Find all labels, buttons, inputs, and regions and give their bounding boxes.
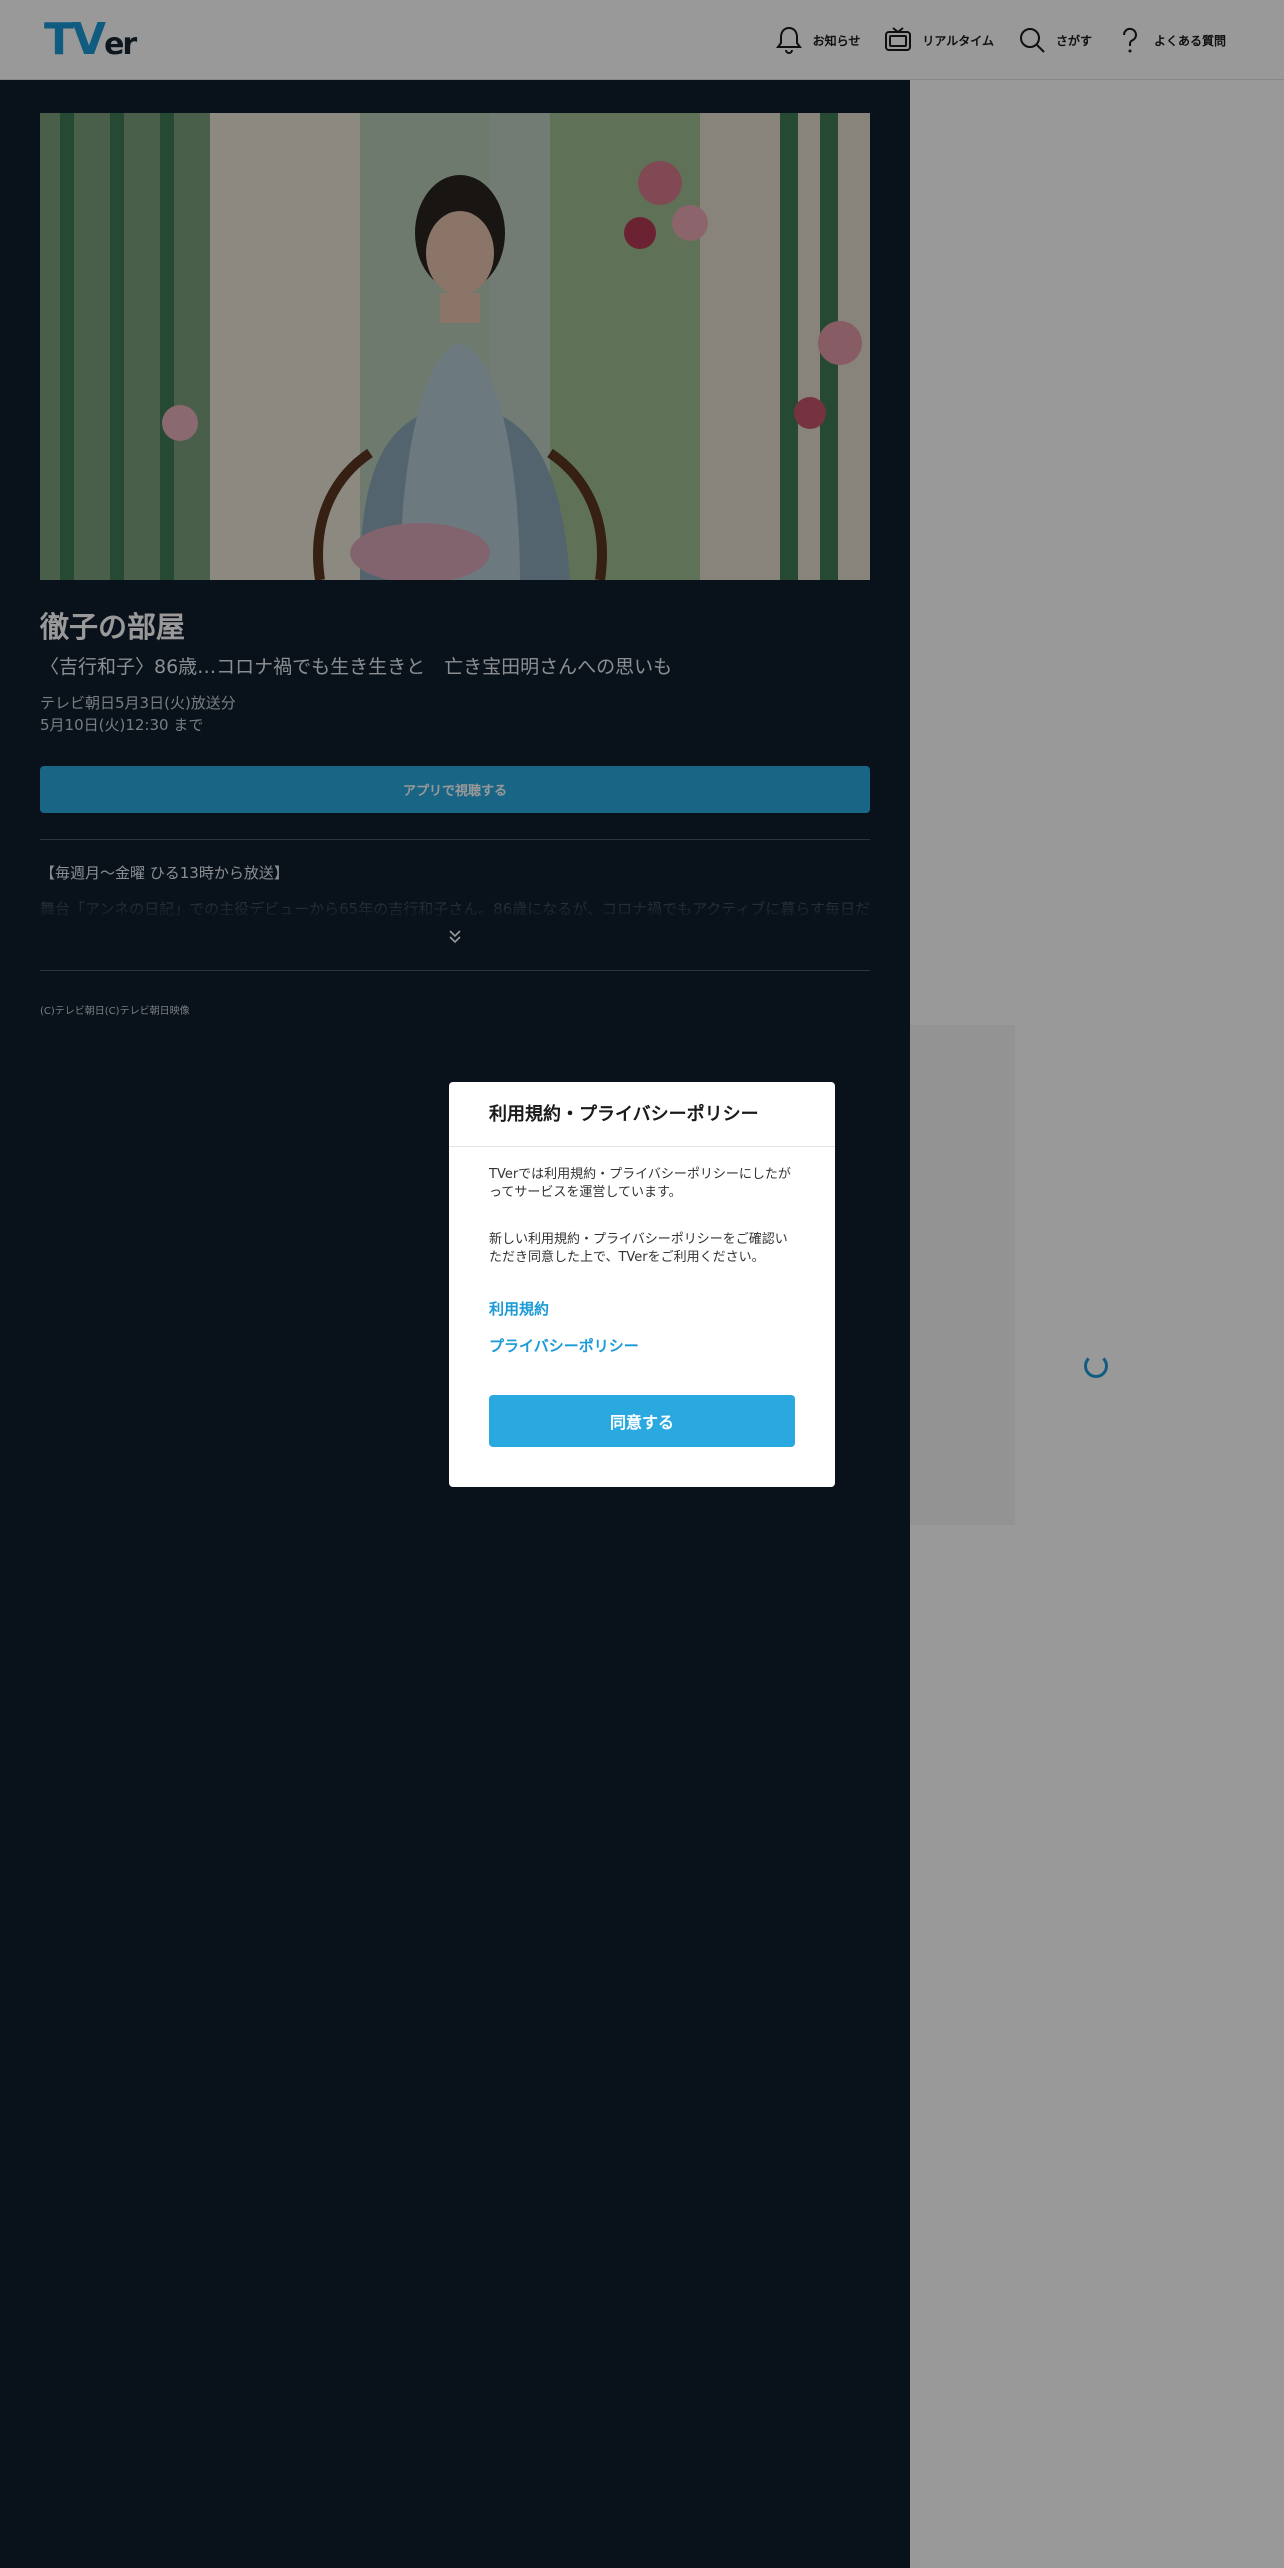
terms-link[interactable]: 利用規約 <box>489 1298 549 1319</box>
terms-modal: 利用規約・プライバシーポリシー TVerでは利用規約・プライバシーポリシーにした… <box>449 1082 835 1487</box>
modal-separator <box>449 1146 835 1147</box>
privacy-policy-link[interactable]: プライバシーポリシー <box>489 1335 639 1356</box>
agree-button[interactable]: 同意する <box>489 1395 795 1447</box>
modal-paragraph-2: 新しい利用規約・プライバシーポリシーをご確認いただき同意した上で、TVerをご利… <box>489 1232 788 1265</box>
modal-paragraph-1: TVerでは利用規約・プライバシーポリシーにしたがってサービスを運営しています。 <box>489 1167 791 1200</box>
modal-title: 利用規約・プライバシーポリシー <box>489 1104 759 1125</box>
